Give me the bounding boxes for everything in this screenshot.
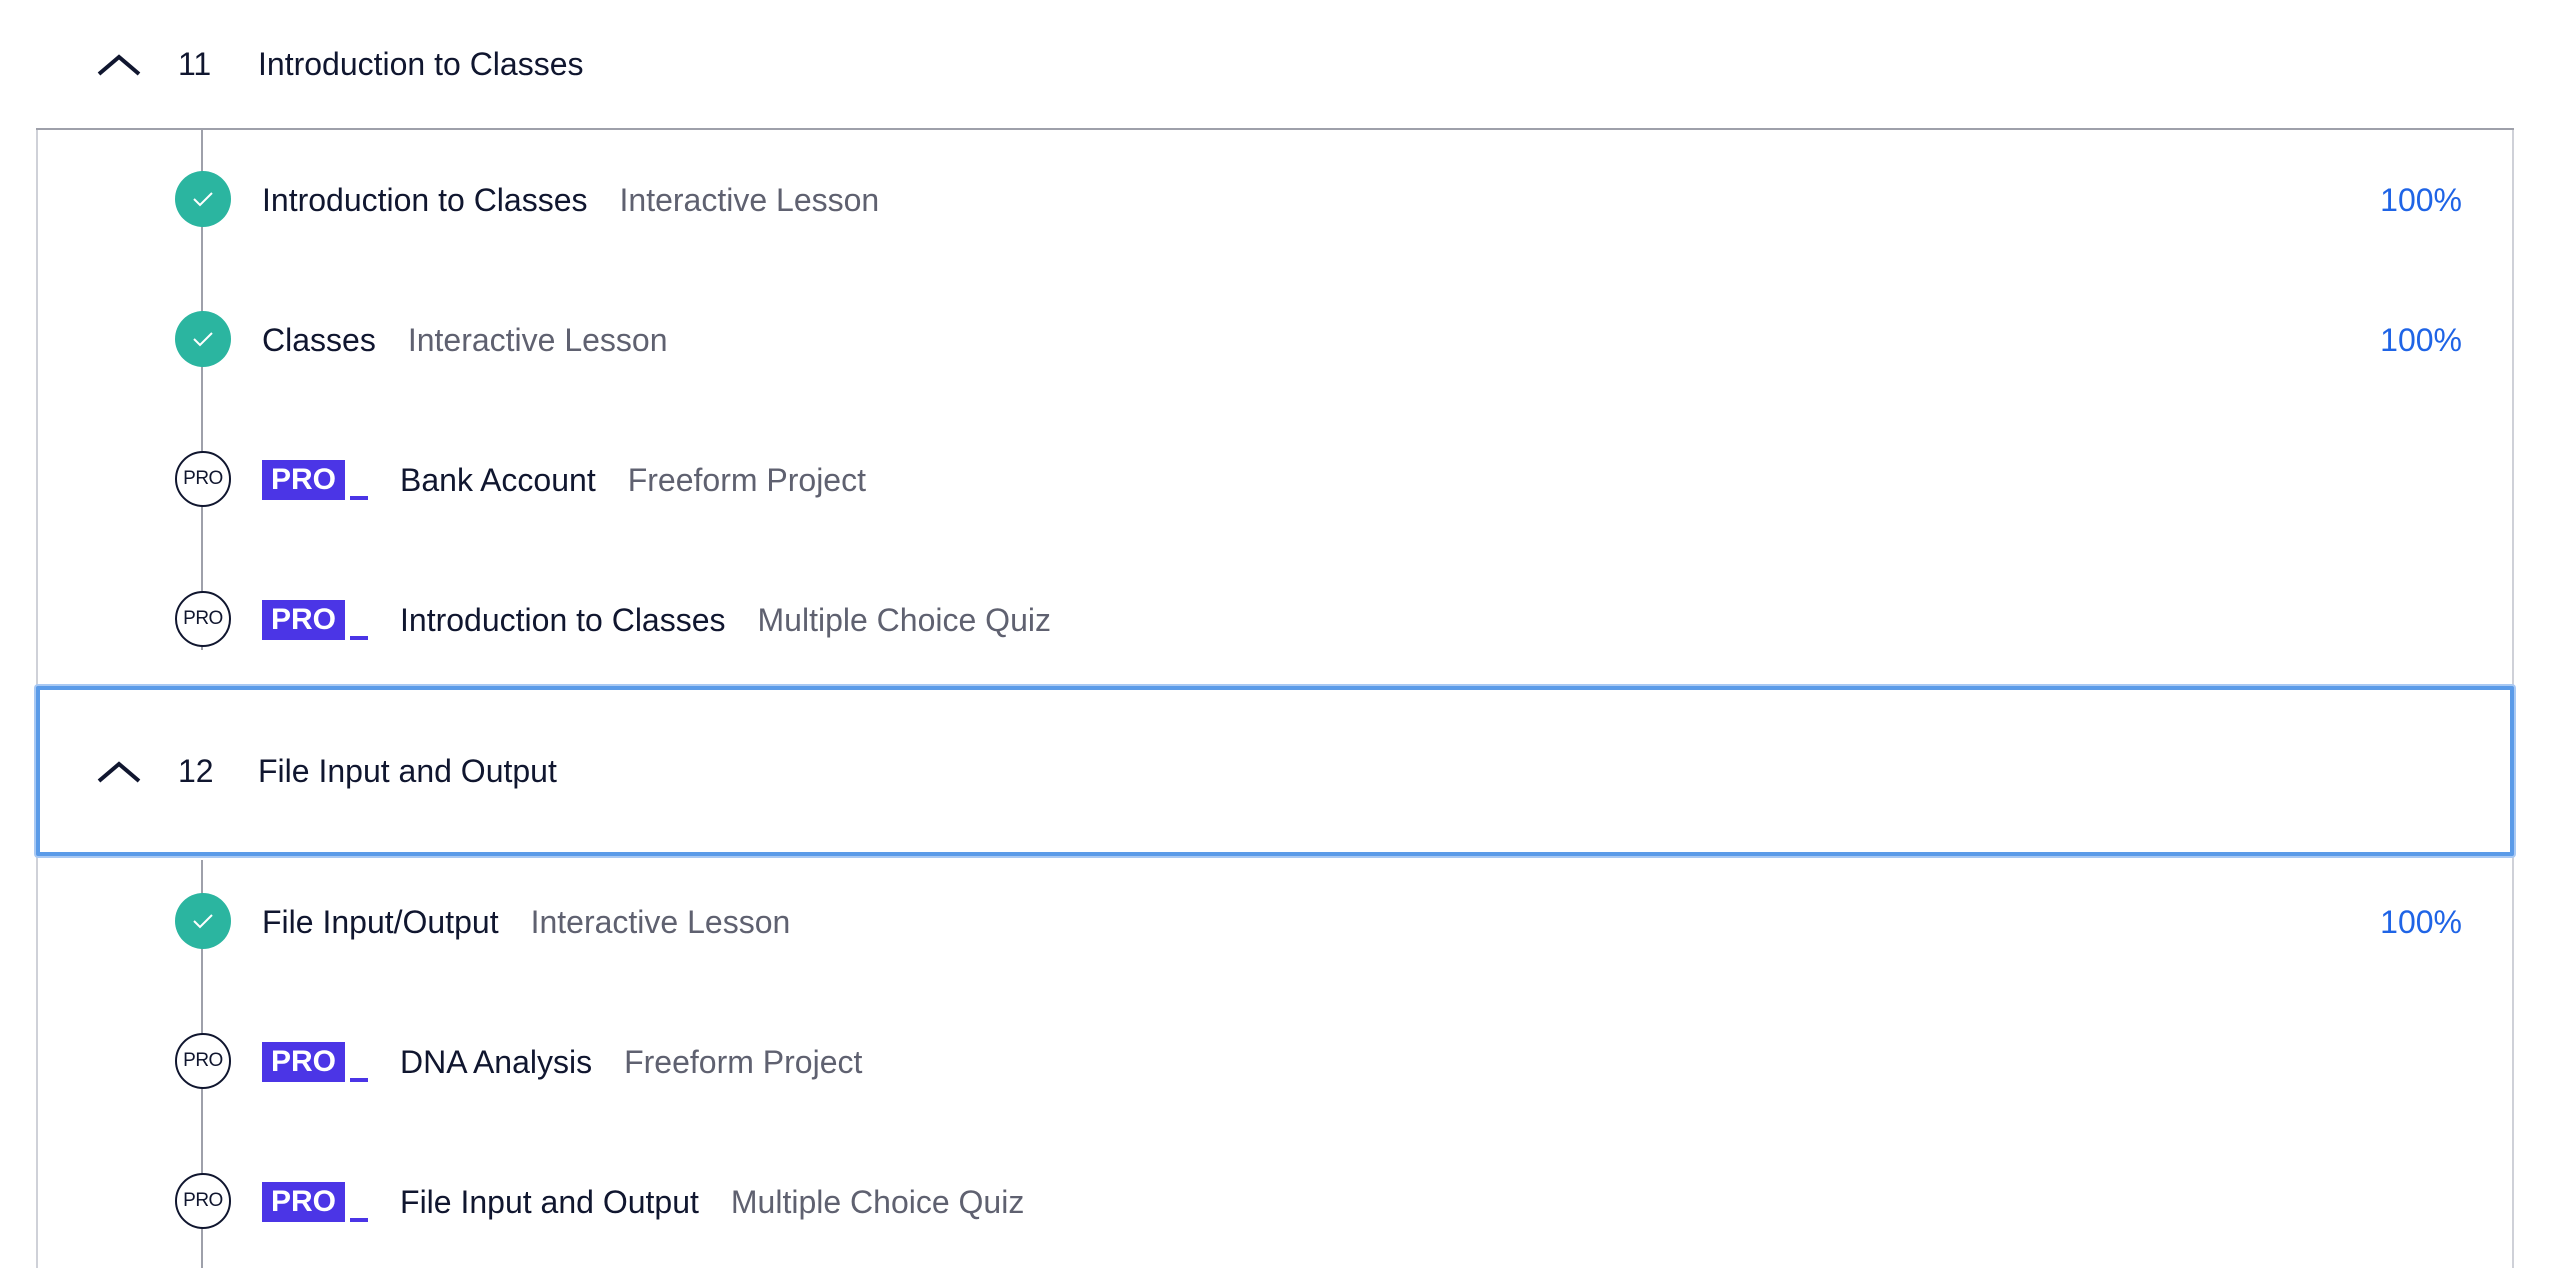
pro-status-icon: PRO [175, 591, 231, 647]
pro-badge-label: PRO [262, 1182, 346, 1222]
progress-percent: 100% [2380, 321, 2462, 358]
checkmark-icon [193, 192, 213, 207]
pro-badge-label: PRO [262, 1042, 346, 1082]
lesson-title[interactable]: Introduction to Classes [400, 602, 726, 639]
lesson-title[interactable]: Introduction to Classes [262, 182, 588, 219]
pro-badge: PRO [262, 600, 369, 640]
lesson-title[interactable]: DNA Analysis [400, 1044, 592, 1081]
checkmark-icon [193, 914, 213, 929]
lesson-type: Freeform Project [624, 1043, 863, 1080]
module-header-12[interactable]: 12 File Input and Output [36, 686, 2514, 856]
module-number: 11 [178, 45, 212, 82]
pro-badge: PRO [262, 1042, 369, 1082]
lesson-type: Interactive Lesson [619, 181, 880, 218]
pro-status-icon: PRO [175, 1033, 231, 1089]
module-title: Introduction to Classes [258, 45, 584, 82]
pro-badge-label: PRO [262, 460, 346, 500]
lesson-type: Interactive Lesson [530, 903, 791, 940]
pro-badge-cursor [350, 496, 369, 500]
lesson-row[interactable]: PRO PRO DNA Analysis Freeform Project [38, 992, 2512, 1132]
pro-status-icon: PRO [175, 1173, 231, 1229]
lesson-type: Multiple Choice Quiz [730, 1183, 1025, 1220]
lesson-type: Freeform Project [627, 461, 866, 498]
module-number: 12 [178, 752, 214, 789]
checkmark-icon [193, 332, 213, 347]
progress-percent: 100% [2380, 181, 2462, 218]
lesson-title[interactable]: File Input and Output [400, 1184, 699, 1221]
lesson-row[interactable]: PRO PRO Bank Account Freeform Project [38, 410, 2512, 550]
pro-badge-label: PRO [262, 600, 346, 640]
chevron-up-icon[interactable] [96, 756, 142, 786]
lesson-type: Interactive Lesson [407, 321, 668, 358]
lesson-row[interactable]: PRO PRO File Input and Output Multiple C… [38, 1132, 2512, 1272]
lesson-row[interactable]: PRO PRO Introduction to Classes Multiple… [38, 550, 2512, 690]
pro-badge-cursor [350, 1078, 369, 1082]
lesson-row[interactable]: Classes Interactive Lesson 100% [38, 270, 2512, 410]
lesson-title[interactable]: File Input/Output [262, 904, 499, 941]
module-title: File Input and Output [258, 752, 557, 789]
lesson-row[interactable]: File Input/Output Interactive Lesson 100… [38, 852, 2512, 992]
pro-badge: PRO [262, 460, 369, 500]
lesson-row[interactable]: Introduction to Classes Interactive Less… [38, 130, 2512, 270]
module-header-11[interactable]: 11 Introduction to Classes [36, 0, 2514, 130]
pro-badge-cursor [350, 636, 369, 640]
chevron-up-icon[interactable] [96, 49, 142, 79]
progress-percent: 100% [2380, 903, 2462, 940]
complete-status-icon [175, 893, 231, 949]
lesson-type: Multiple Choice Quiz [757, 601, 1051, 638]
lesson-title[interactable]: Classes [262, 322, 376, 359]
complete-status-icon [175, 311, 231, 367]
lesson-title[interactable]: Bank Account [400, 462, 596, 499]
pro-badge: PRO [262, 1182, 369, 1222]
complete-status-icon [175, 171, 231, 227]
pro-status-icon: PRO [175, 451, 231, 507]
pro-badge-cursor [350, 1218, 369, 1222]
